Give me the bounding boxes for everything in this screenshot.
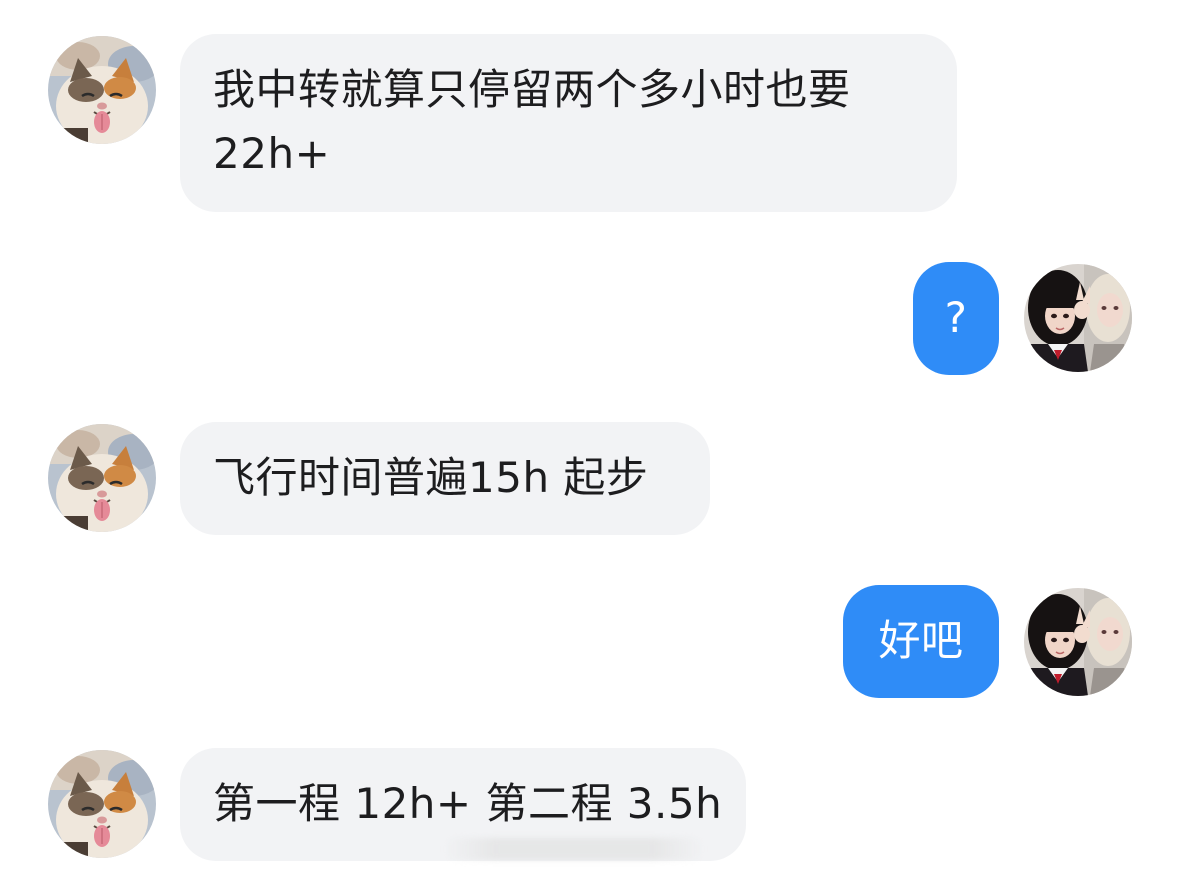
message-text: 飞行时间普遍15h 起步 [213,453,649,502]
message-text: ? [944,293,968,342]
incoming-message-bubble[interactable]: 我中转就算只停留两个多小时也要 22h+ [180,34,957,212]
outgoing-message-bubble[interactable]: ? [913,262,999,375]
message-text-line: 我中转就算只停留两个多小时也要 [213,65,851,114]
message-text: 好吧 [878,616,964,665]
cat-avatar-icon[interactable] [48,36,156,144]
message-text-line: 22h+ [213,129,331,178]
cat-avatar-icon[interactable] [48,750,156,858]
user-photo-avatar-icon[interactable] [1024,264,1132,372]
watermark-blur [444,838,704,860]
user-photo-avatar-icon[interactable] [1024,588,1132,696]
message-text: 第一程 12h+ 第二程 3.5h [213,779,723,828]
incoming-message-bubble[interactable]: 飞行时间普遍15h 起步 [180,422,710,535]
cat-avatar-icon[interactable] [48,424,156,532]
outgoing-message-bubble[interactable]: 好吧 [843,585,999,698]
